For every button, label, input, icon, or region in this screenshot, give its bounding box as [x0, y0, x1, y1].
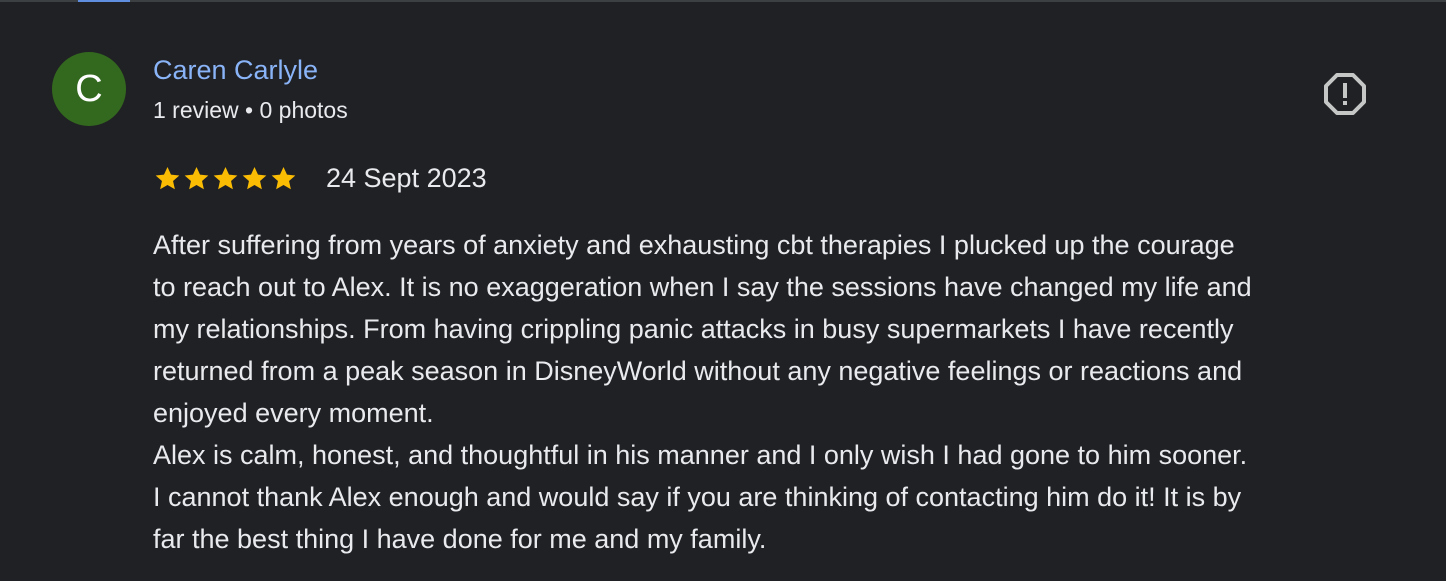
- star-icon: [271, 166, 296, 189]
- review-line: enjoyed every moment.: [153, 398, 434, 428]
- review-line: After suffering from years of anxiety an…: [153, 230, 1235, 260]
- star-icon: [213, 166, 238, 189]
- star-icon: [184, 166, 209, 189]
- review-text: After suffering from years of anxiety an…: [153, 224, 1415, 560]
- top-tab-indicator: [78, 0, 130, 2]
- review-line: to reach out to Alex. It is no exaggerat…: [153, 272, 1252, 302]
- avatar[interactable]: C: [52, 52, 126, 126]
- report-review-button[interactable]: [1322, 71, 1368, 117]
- reviewer-name-link[interactable]: Caren Carlyle: [153, 52, 318, 88]
- star-icon: [155, 166, 180, 189]
- review-line: returned from a peak season in DisneyWor…: [153, 356, 1243, 386]
- review-line: I cannot thank Alex enough and would say…: [153, 482, 1242, 512]
- star-rating: [153, 162, 298, 194]
- top-divider: [0, 0, 1446, 2]
- reviewer-stats: 1 review • 0 photos: [153, 97, 348, 123]
- review-line: Alex is calm, honest, and thoughtful in …: [153, 440, 1248, 470]
- star-icon: [242, 166, 267, 189]
- review-line: my relationships. From having crippling …: [153, 314, 1234, 344]
- review-line: far the best thing I have done for me an…: [153, 524, 767, 554]
- review-date: 24 Sept 2023: [326, 163, 487, 193]
- report-icon: [1324, 73, 1366, 115]
